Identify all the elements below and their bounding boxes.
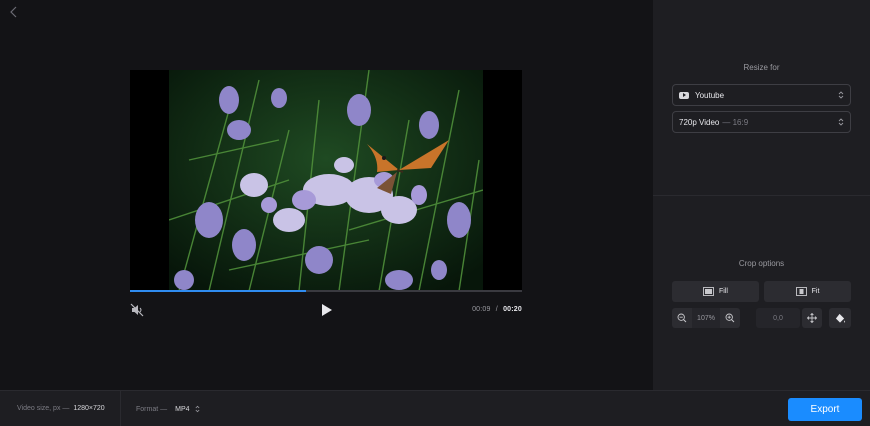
video-size-label: Video size, px —	[17, 405, 70, 412]
video-resizer-app: 00:09 / 00:20 Resize for Youtube 720p Vi…	[0, 0, 870, 426]
total-time: 00:20	[503, 306, 522, 313]
resize-section: Resize for Youtube 720p Video — 16:9	[653, 0, 870, 196]
position-field[interactable]: 0,0	[756, 308, 800, 328]
current-time: 00:09	[472, 306, 491, 313]
fill-label: Fill	[719, 288, 728, 295]
format-value: MP4	[175, 405, 190, 413]
mute-button[interactable]	[130, 303, 144, 317]
chevron-left-icon	[10, 6, 17, 18]
video-preview-image	[169, 70, 483, 291]
fit-label: Fit	[811, 288, 820, 295]
footer-bar: Video size, px — 1280×720 Format — MP4 E…	[0, 390, 870, 426]
move-button[interactable]	[802, 308, 822, 328]
chevron-updown-icon	[195, 405, 200, 413]
muted-speaker-icon	[130, 303, 144, 317]
fill-icon	[703, 287, 714, 296]
zoom-out-icon	[677, 313, 687, 323]
editor-area: 00:09 / 00:20	[0, 0, 653, 390]
chevron-updown-icon	[838, 91, 844, 99]
zoom-value: 107%	[692, 308, 720, 328]
video-size-info: Video size, px — 1280×720	[17, 405, 105, 412]
preset-ratio: — 16:9	[722, 117, 749, 127]
settings-panel: Resize for Youtube 720p Video — 16:9 Cro…	[653, 0, 870, 390]
zoom-in-icon	[725, 313, 735, 323]
zoom-out-button[interactable]	[672, 308, 692, 328]
youtube-icon	[679, 91, 689, 99]
video-player[interactable]	[130, 70, 522, 291]
footer-divider	[120, 391, 121, 426]
zoom-control: 107%	[672, 308, 740, 328]
back-button[interactable]	[6, 4, 22, 20]
export-button[interactable]: Export	[788, 398, 862, 421]
paint-bucket-icon	[835, 313, 845, 323]
format-label: Format —	[136, 405, 168, 413]
video-size-value: 1280×720	[73, 405, 105, 412]
time-separator: /	[495, 306, 498, 313]
video-frame	[169, 70, 483, 291]
move-arrows-icon	[807, 313, 817, 323]
format-select[interactable]: Format — MP4	[136, 405, 200, 413]
fit-button[interactable]: Fit	[764, 281, 851, 302]
progress-fill	[130, 290, 307, 292]
platform-select[interactable]: Youtube	[672, 84, 851, 106]
chevron-updown-icon	[838, 118, 844, 126]
fit-icon	[795, 287, 807, 296]
crop-heading: Crop options	[738, 259, 785, 268]
platform-value: Youtube	[695, 90, 725, 100]
progress-bar[interactable]	[130, 290, 522, 292]
resize-heading: Resize for	[743, 63, 780, 72]
fill-button[interactable]: Fill	[672, 281, 759, 302]
play-button[interactable]	[318, 302, 334, 318]
play-icon	[322, 304, 332, 316]
player-controls: 00:09 / 00:20	[130, 300, 522, 320]
preset-name: 720p Video	[679, 117, 720, 127]
zoom-in-button[interactable]	[720, 308, 740, 328]
time-display: 00:09 / 00:20	[472, 306, 522, 313]
preset-select[interactable]: 720p Video — 16:9	[672, 111, 851, 133]
background-fill-button[interactable]	[829, 308, 851, 328]
